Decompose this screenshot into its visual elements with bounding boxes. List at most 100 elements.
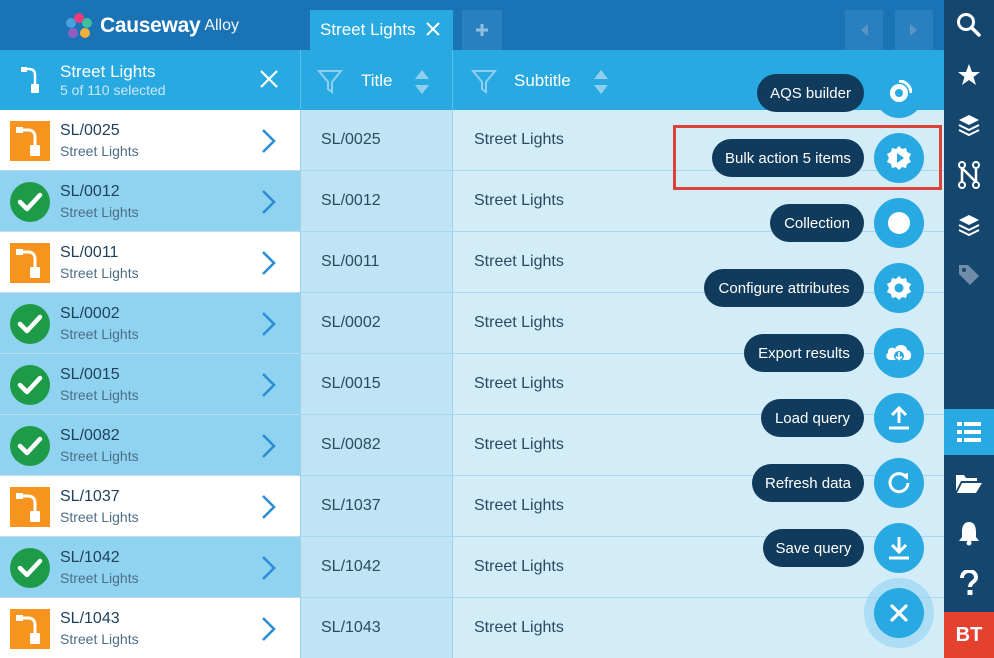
menu-item-aqs-builder-button[interactable] (874, 68, 924, 118)
table-cell-title[interactable]: SL/0012 (300, 171, 452, 232)
menu-item-configure-attributes-label[interactable]: Configure attributes (704, 269, 864, 307)
item-type: Street Lights (60, 570, 139, 586)
results-list-button[interactable] (944, 409, 994, 455)
menu-item-refresh-data-button[interactable] (874, 458, 924, 508)
user-initials: BT (955, 623, 983, 646)
item-code: SL/0011 (60, 244, 119, 261)
menu-item-save-query-button[interactable] (874, 523, 924, 573)
brand-name: Causeway (100, 14, 201, 37)
list-item[interactable]: SL/1043 Street Lights (0, 598, 300, 658)
list-item[interactable]: SL/1037 Street Lights (0, 476, 300, 537)
tab-label: Street Lights (320, 20, 416, 39)
column-header-title[interactable]: Title (300, 50, 452, 110)
table-cell-title[interactable]: SL/0015 (300, 354, 452, 415)
filter-icon[interactable] (471, 68, 497, 94)
column-header-subtitle[interactable]: Subtitle (452, 50, 944, 110)
chevron-right-icon[interactable] (259, 433, 279, 464)
list-item[interactable]: SL/0011 Street Lights (0, 232, 300, 293)
table-cell-title[interactable]: SL/0011 (300, 232, 452, 293)
add-tab-button[interactable] (462, 10, 502, 50)
menu-item-refresh-data-label[interactable]: Refresh data (752, 464, 864, 502)
table-cell-subtitle[interactable]: Street Lights (452, 415, 944, 476)
clear-selection-icon[interactable] (259, 69, 279, 89)
chevron-right-icon[interactable] (259, 311, 279, 342)
list-item[interactable]: SL/0002 Street Lights (0, 293, 300, 354)
workflow-button[interactable] (944, 152, 994, 198)
table-cell-title[interactable]: SL/1037 (300, 476, 452, 537)
chevron-right-icon[interactable] (259, 616, 279, 647)
collection-icon (886, 210, 912, 236)
table-cell-title[interactable]: SL/0025 (300, 110, 452, 171)
selected-check-icon[interactable] (10, 548, 50, 588)
sort-icon[interactable] (414, 69, 430, 95)
app-logo: Causeway Alloy (64, 11, 239, 41)
street-light-icon[interactable] (10, 121, 50, 161)
chevron-right-icon[interactable] (259, 128, 279, 159)
street-light-icon[interactable] (10, 487, 50, 527)
chevron-right-icon[interactable] (259, 189, 279, 220)
menu-item-export-results-button[interactable] (874, 328, 924, 378)
menu-item-collection-label[interactable]: Collection (770, 204, 864, 242)
item-type: Street Lights (60, 204, 139, 220)
list-item[interactable]: SL/0025 Street Lights (0, 110, 300, 171)
tab-scroll-left-button[interactable] (845, 10, 883, 50)
menu-item-load-query-button[interactable] (874, 393, 924, 443)
table-cell-subtitle[interactable]: Street Lights (452, 537, 944, 598)
stack-button[interactable] (944, 202, 994, 248)
menu-item-configure-attributes-button[interactable] (874, 263, 924, 313)
help-button[interactable] (944, 560, 994, 606)
stack-icon (958, 215, 980, 237)
selection-count: 5 of 110 selected (60, 82, 166, 98)
favourites-button[interactable] (944, 52, 994, 98)
close-menu-button[interactable] (874, 588, 924, 638)
table-cell-title[interactable]: SL/1042 (300, 537, 452, 598)
chevron-right-icon[interactable] (259, 555, 279, 586)
star-icon (958, 64, 980, 85)
menu-item-aqs-builder-label[interactable]: AQS builder (757, 74, 864, 112)
list-item[interactable]: SL/1042 Street Lights (0, 537, 300, 598)
user-avatar-button[interactable]: BT (944, 612, 994, 658)
street-light-icon[interactable] (10, 243, 50, 283)
table-cell-title[interactable]: SL/0082 (300, 415, 452, 476)
table-cell-subtitle[interactable]: Street Lights (452, 476, 944, 537)
chevron-right-icon[interactable] (259, 372, 279, 403)
street-light-icon[interactable] (10, 609, 50, 649)
tags-button[interactable] (944, 252, 994, 298)
close-tab-icon[interactable] (425, 21, 441, 37)
chevron-right-icon[interactable] (259, 250, 279, 281)
menu-item-save-query-label[interactable]: Save query (763, 529, 864, 567)
selected-check-icon[interactable] (10, 304, 50, 344)
list-item[interactable]: SL/0012 Street Lights (0, 171, 300, 232)
table-cell-subtitle[interactable]: Street Lights (452, 232, 944, 293)
notifications-button[interactable] (944, 510, 994, 556)
table-cell-subtitle[interactable]: Street Lights (452, 354, 944, 415)
menu-item-collection-button[interactable] (874, 198, 924, 248)
list-item[interactable]: SL/0082 Street Lights (0, 415, 300, 476)
item-type: Street Lights (60, 265, 139, 281)
column-title-label: Title (361, 71, 393, 90)
filter-icon[interactable] (317, 68, 343, 94)
selected-check-icon[interactable] (10, 426, 50, 466)
tab-scroll-right-button[interactable] (895, 10, 933, 50)
table-cell-title[interactable]: SL/0002 (300, 293, 452, 354)
right-sidebar: BT (944, 0, 994, 658)
folder-open-icon (956, 475, 982, 493)
chevron-right-icon[interactable] (259, 494, 279, 525)
question-icon (960, 570, 979, 595)
refresh-icon (886, 470, 912, 496)
search-icon (957, 13, 981, 37)
item-code: SL/1043 (60, 610, 120, 627)
selected-check-icon[interactable] (10, 365, 50, 405)
search-button[interactable] (944, 2, 994, 48)
tab-street-lights[interactable]: Street Lights (310, 10, 453, 50)
table-cell-title[interactable]: SL/1043 (300, 598, 452, 658)
folders-button[interactable] (944, 460, 994, 506)
menu-item-export-results-label[interactable]: Export results (744, 334, 864, 372)
layers-button[interactable] (944, 102, 994, 148)
table-cell-subtitle[interactable]: Street Lights (452, 293, 944, 354)
menu-item-load-query-label[interactable]: Load query (761, 399, 864, 437)
sort-icon[interactable] (593, 69, 609, 95)
list-item[interactable]: SL/0015 Street Lights (0, 354, 300, 415)
selected-check-icon[interactable] (10, 182, 50, 222)
upload-icon (886, 405, 912, 431)
